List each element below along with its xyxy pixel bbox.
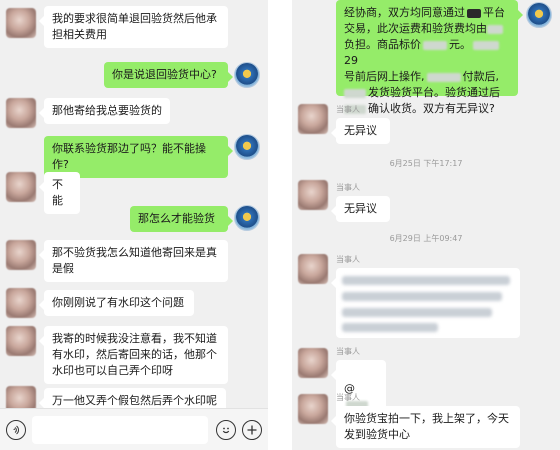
contact-avatar[interactable]	[298, 394, 328, 424]
panel-divider	[268, 0, 292, 450]
redacted-text	[487, 24, 503, 34]
message-text: 平台	[483, 6, 505, 19]
message-bubble-outgoing: 你是说退回验货中心?	[104, 62, 233, 88]
my-avatar[interactable]	[234, 205, 260, 231]
message-bubble-outgoing: 经协商，双方均同意通过 平台 交易，此次运费和验货费均由 负担。商品标价 元。29 …	[336, 0, 523, 115]
message-text: 负担。商品标价	[344, 38, 421, 51]
my-avatar[interactable]	[234, 134, 260, 160]
message-bubble-incoming: 无异议	[331, 118, 390, 144]
blurred-content	[342, 292, 502, 301]
contact-avatar[interactable]	[298, 104, 328, 134]
redacted-text	[467, 8, 481, 18]
emoji-icon[interactable]	[216, 420, 236, 440]
sender-name: 当事人	[336, 347, 360, 356]
plus-icon[interactable]	[242, 420, 262, 440]
redacted-text	[426, 72, 461, 82]
message-text: 确认收货。双方有无异议?	[368, 102, 495, 115]
right-chat-panel: 经协商，双方均同意通过 平台 交易，此次运费和验货费均由 负担。商品标价 元。29 …	[292, 0, 560, 450]
sender-name: 当事人	[336, 393, 360, 402]
my-avatar[interactable]	[234, 62, 260, 88]
my-avatar[interactable]	[526, 2, 552, 28]
redacted-text	[423, 40, 447, 50]
message-text: 经协商，双方均同意通过	[344, 6, 465, 19]
message-bubble-outgoing: 那怎么才能验货	[130, 206, 233, 232]
blurred-content	[342, 308, 492, 317]
voice-icon[interactable]	[6, 420, 26, 440]
message-bubble-incoming: 你验货宝拍一下，我上架了，今天 发到验货中心	[331, 406, 520, 448]
message-bubble-incoming: 那他寄给我总要验货的	[39, 98, 170, 124]
contact-avatar[interactable]	[298, 348, 328, 378]
contact-avatar[interactable]	[6, 8, 36, 38]
message-text: 元。	[449, 38, 471, 51]
contact-avatar[interactable]	[6, 288, 36, 318]
contact-avatar[interactable]	[6, 240, 36, 270]
timestamp: 6月25日 下午17:17	[389, 159, 463, 168]
contact-avatar[interactable]	[6, 326, 36, 356]
blurred-content	[342, 276, 510, 285]
left-chat-panel: 我的要求很简单退回验货然后他承 担相关费用 你是说退回验货中心? 那他寄给我总要…	[0, 0, 268, 450]
redacted-text	[473, 40, 499, 50]
message-bubble-incoming: 那不验货我怎么知道他寄回来是真 是假	[39, 240, 228, 282]
message-bubble-incoming: 我寄的时候我没注意看，我不知道 有水印，然后寄回来的话，他那个 水印也可以自己弄…	[39, 326, 228, 384]
contact-avatar[interactable]	[6, 98, 36, 128]
shared-link-card[interactable]	[331, 268, 520, 338]
message-input[interactable]	[32, 416, 208, 444]
redacted-text	[344, 88, 366, 98]
message-text: 29	[344, 54, 358, 67]
contact-avatar[interactable]	[6, 172, 36, 202]
contact-avatar[interactable]	[298, 254, 328, 284]
message-text: 发货验货平台。验货通过后	[368, 86, 500, 99]
message-text: 号前后网上操作,	[344, 70, 425, 83]
sender-name: 当事人	[336, 183, 360, 192]
timestamp: 6月29日 上午09:47	[389, 234, 463, 243]
message-bubble-incoming: 你刚刚说了有水印这个问题	[39, 290, 194, 316]
message-text: 付款后,	[462, 70, 500, 83]
message-input-bar	[0, 408, 268, 450]
sender-name: 当事人	[336, 105, 360, 114]
message-text: 交易，此次运费和验货费均由	[344, 22, 487, 35]
message-bubble-incoming: 无异议	[331, 196, 390, 222]
message-bubble-incoming: 不能	[39, 172, 80, 214]
blurred-content	[342, 323, 438, 332]
contact-avatar[interactable]	[298, 180, 328, 210]
sender-name: 当事人	[336, 255, 360, 264]
message-bubble-incoming: 我的要求很简单退回验货然后他承 担相关费用	[39, 6, 228, 48]
